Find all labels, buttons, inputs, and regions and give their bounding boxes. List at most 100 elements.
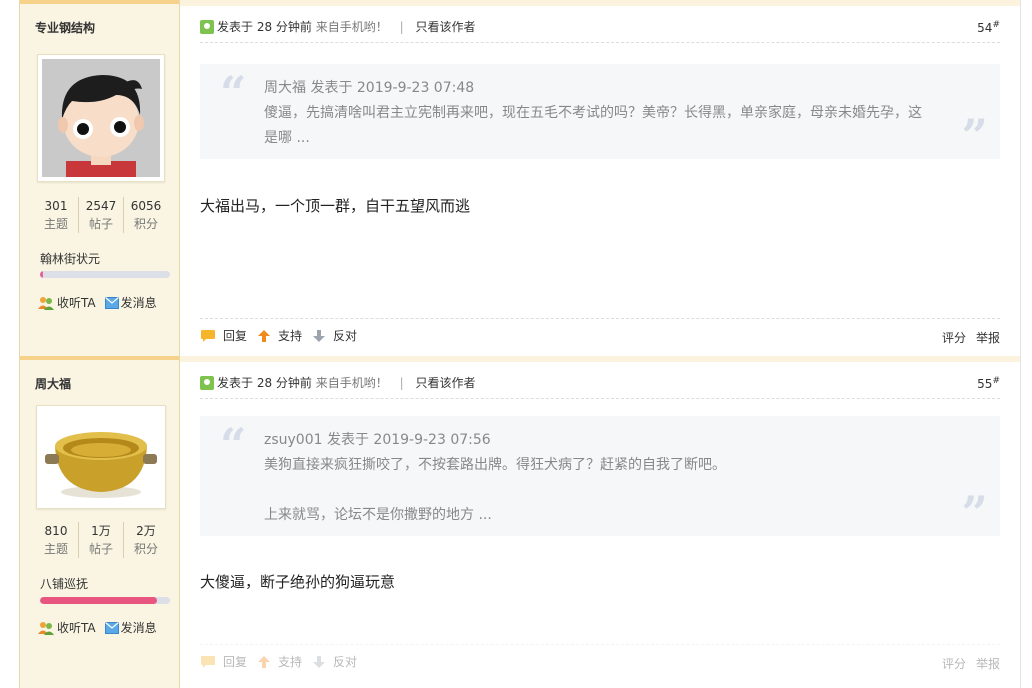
rank-progress-bar <box>40 271 170 278</box>
report-link[interactable]: 举报 <box>976 329 1000 346</box>
up-arrow-icon <box>258 329 271 342</box>
stat-topics[interactable]: 301 主题 <box>34 197 79 233</box>
follow-user-icon <box>38 621 54 635</box>
rank-progress-bar <box>40 597 170 604</box>
quote-line: 傻逼，先搞清啥叫君主立宪制再来吧，现在五毛不考试的吗？美帝？长得黑，单亲家庭，母… <box>264 105 922 146</box>
follow-user-icon <box>38 296 54 310</box>
user-stats: 301 主题 2547 帖子 6056 积分 <box>34 197 168 233</box>
support-button[interactable]: 支持 <box>257 653 302 670</box>
stat-topics-value: 810 <box>44 524 68 538</box>
reply-label: 回复 <box>223 655 248 669</box>
down-arrow-icon <box>313 655 326 668</box>
user-sidebar: 专业钢结构 301 主题 2547 帖子 6056 积分 翰林街状元 收听TA … <box>19 0 180 356</box>
post-meta: 发表于 28 分钟前 来自手机哟！ | 只看该作者 54# <box>200 18 1000 43</box>
rank-progress-fill <box>40 271 43 278</box>
quote-header: 周大福 发表于 2019-9-23 07:48 <box>264 80 475 96</box>
user-rank[interactable]: 八铺巡抚 <box>40 575 88 592</box>
quote-line: 上来就骂，论坛不是你撒野的地方 ... <box>264 507 492 523</box>
online-status-icon <box>200 376 214 390</box>
quote-open-icon: “ <box>220 418 247 472</box>
stat-topics[interactable]: 810 主题 <box>34 522 79 558</box>
avatar[interactable] <box>37 54 165 182</box>
username[interactable]: 周大福 <box>35 375 71 392</box>
post-content: 发表于 28 分钟前 来自手机哟！ | 只看该作者 55# “ zsuy001 … <box>180 356 1020 688</box>
follow-button[interactable]: 收听TA <box>38 294 96 311</box>
stat-points-value: 6056 <box>130 199 162 213</box>
stat-points-label: 积分 <box>133 542 158 556</box>
forum-post: 专业钢结构 301 主题 2547 帖子 6056 积分 翰林街状元 收听TA … <box>19 0 1020 356</box>
reply-button[interactable]: 回复 <box>200 653 247 670</box>
floor-number[interactable]: 55# <box>977 376 1000 391</box>
user-stats: 810 主题 1万 帖子 2万 积分 <box>34 522 168 558</box>
avatar[interactable] <box>36 405 166 509</box>
mail-icon <box>104 296 119 309</box>
rate-link[interactable]: 评分 <box>942 655 966 672</box>
follow-label: 收听TA <box>57 621 96 635</box>
post-content: 发表于 28 分钟前 来自手机哟！ | 只看该作者 54# “ 周大福 发表于 … <box>180 0 1020 356</box>
stat-points[interactable]: 2万 积分 <box>124 522 168 558</box>
user-rank[interactable]: 翰林街状元 <box>40 250 100 267</box>
oppose-label: 反对 <box>333 655 358 669</box>
up-arrow-icon <box>258 655 271 668</box>
sidebar-top-border <box>20 356 179 360</box>
rank-progress-fill <box>40 597 157 604</box>
reply-button[interactable]: 回复 <box>200 327 247 344</box>
quote-open-icon: “ <box>220 66 247 120</box>
content-top-border <box>180 0 1020 6</box>
page-right-scroll-edge <box>1020 0 1032 688</box>
meta-separator: | <box>399 20 404 34</box>
stat-points[interactable]: 6056 积分 <box>124 197 168 233</box>
floor-number[interactable]: 54# <box>977 20 1000 35</box>
user-actions: 收听TA 发消息 <box>38 294 157 311</box>
quote-block: “ zsuy001 发表于 2019-9-23 07:56 美狗直接来疯狂撕咬了… <box>200 416 1000 536</box>
user-actions: 收听TA 发消息 <box>38 619 157 636</box>
report-link[interactable]: 举报 <box>976 655 1000 672</box>
send-message-button[interactable]: 发消息 <box>104 619 157 636</box>
oppose-button[interactable]: 反对 <box>312 327 357 344</box>
reply-bubble-icon <box>201 329 215 342</box>
only-author-link[interactable]: 只看该作者 <box>415 20 475 34</box>
support-label: 支持 <box>278 655 303 669</box>
stat-posts-value: 1万 <box>91 524 111 538</box>
stat-points-label: 积分 <box>133 217 158 231</box>
post-message: 大福出马，一个顶一群，自干五望风而逃 <box>200 197 471 215</box>
golden-bowl-avatar-icon <box>41 410 161 504</box>
oppose-label: 反对 <box>333 329 358 343</box>
stat-posts-label: 帖子 <box>88 217 113 231</box>
content-top-border <box>180 356 1020 362</box>
support-button[interactable]: 支持 <box>257 327 302 344</box>
post-footer: 回复 支持 反对 评分 举报 <box>200 318 1000 355</box>
support-label: 支持 <box>278 329 303 343</box>
page-left-gutter <box>0 0 19 688</box>
cartoon-boy-avatar-icon <box>42 59 160 177</box>
floor-suffix: # <box>992 20 1000 30</box>
stat-posts-label: 帖子 <box>88 542 113 556</box>
send-message-button[interactable]: 发消息 <box>104 294 157 311</box>
follow-label: 收听TA <box>57 296 96 310</box>
floor-suffix: # <box>992 376 1000 386</box>
quote-block: “ 周大福 发表于 2019-9-23 07:48 傻逼，先搞清啥叫君主立宪制再… <box>200 64 1000 159</box>
forum-post: 周大福 810 主题 1万 帖子 2万 积分 八铺巡抚 收听TA 发消息 发表于… <box>19 356 1020 688</box>
quote-close-icon: ” <box>961 109 988 163</box>
quote-body: 周大福 发表于 2019-9-23 07:48 傻逼，先搞清啥叫君主立宪制再来吧… <box>264 76 930 151</box>
oppose-button[interactable]: 反对 <box>312 653 357 670</box>
down-arrow-icon <box>313 329 326 342</box>
quote-body: zsuy001 发表于 2019-9-23 07:56 美狗直接来疯狂撕咬了，不… <box>264 428 930 528</box>
post-time: 发表于 28 分钟前 <box>217 376 312 390</box>
reply-bubble-icon <box>201 655 215 668</box>
post-device: 来自手机哟！ <box>315 20 388 34</box>
meta-separator: | <box>399 376 404 390</box>
username[interactable]: 专业钢结构 <box>35 19 95 36</box>
online-status-icon <box>200 20 214 34</box>
post-message: 大傻逼，断子绝孙的狗逼玩意 <box>200 573 396 591</box>
floor-number-value: 54 <box>977 21 993 35</box>
message-label: 发消息 <box>120 296 157 310</box>
rate-link[interactable]: 评分 <box>942 329 966 346</box>
quote-header: zsuy001 发表于 2019-9-23 07:56 <box>264 432 491 448</box>
stat-posts[interactable]: 1万 帖子 <box>79 522 124 558</box>
stat-points-value: 2万 <box>136 524 156 538</box>
only-author-link[interactable]: 只看该作者 <box>415 376 475 390</box>
stat-posts[interactable]: 2547 帖子 <box>79 197 124 233</box>
stat-topics-label: 主题 <box>43 217 68 231</box>
follow-button[interactable]: 收听TA <box>38 619 96 636</box>
